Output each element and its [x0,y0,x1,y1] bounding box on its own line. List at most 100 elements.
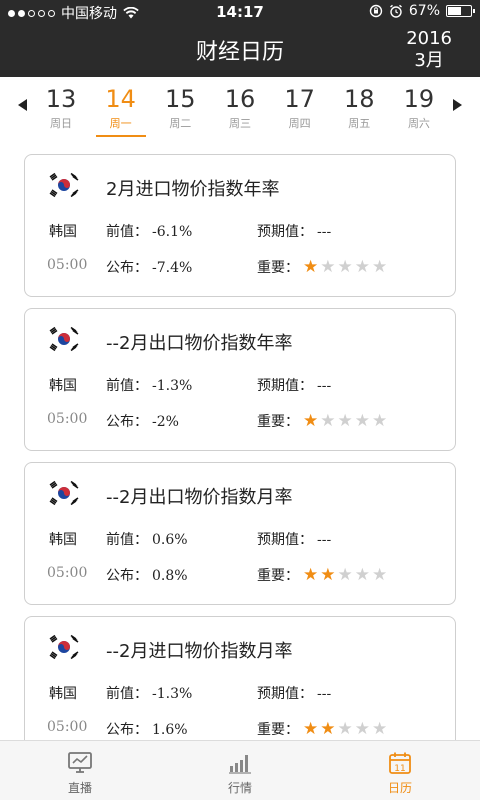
published-label: 公布： [106,568,148,584]
day-weekday: 周四 [288,117,311,130]
tab-market-label: 行情 [227,781,252,795]
previous-value: -1.3% [152,686,193,702]
event-time: 05:00 [47,411,88,427]
event-card[interactable]: --2月出口物价指数年率韩国 05:00 前值： -1.3% 预期值： --- 公布： -2%… [24,308,456,451]
forecast-value-field: 预期值： --- [257,683,331,703]
south-korea-flag-icon [47,326,81,352]
day-item[interactable]: 13 周日 [32,85,90,135]
event-card[interactable]: --2月出口物价指数月率 韩国 05:00 前值： 0.6% 预期值： --- 公布： 0.8%… [24,462,456,605]
day-item[interactable]: 17 周四 [271,85,329,135]
tab-calendar[interactable]: 11 日历 [320,741,480,800]
day-weekday: 周六 [407,117,430,130]
previous-value-field: 前值： -6.1% [106,221,192,241]
previous-value-field: 前值： -1.3% [106,375,192,395]
bottom-nav: 直播 行情 11 日历 [0,740,480,800]
previous-label: 前值： [106,224,148,240]
importance-label: 重要： [257,414,299,430]
importance-rating: ★ ★ ★ ★ ★ [303,256,387,277]
day-number: 18 [344,85,375,113]
star-icon: ★ [337,564,353,585]
day-number: 19 [403,85,435,113]
alarm-icon [389,4,402,18]
bar-chart-icon [229,755,251,774]
forecast-value: --- [317,378,332,394]
day-item[interactable]: 16 周三 [211,85,269,135]
star-icon: ★ [320,256,336,277]
star-icon: ★ [303,564,319,585]
published-value-field: 公布： -2% [106,411,179,431]
star-icon: ★ [303,718,319,739]
published-label: 公布： [106,260,148,276]
star-icon: ★ [372,718,388,739]
importance-label: 重要： [257,568,299,584]
star-icon: ★ [354,256,370,277]
star-icon: ★ [337,410,353,431]
day-number: 15 [165,85,196,113]
published-value-field: 公布： -7.4% [106,257,192,277]
tab-live-label: 直播 [67,781,92,795]
rotation-lock-icon [369,4,383,18]
event-country: 韩国 [49,224,77,240]
importance-label: 重要： [257,260,299,276]
star-icon: ★ [337,256,353,277]
day-weekday: 周日 [50,117,72,130]
day-item[interactable]: 14 周一 [92,85,150,137]
forecast-value: --- [317,224,332,240]
star-icon: ★ [337,718,353,739]
star-icon: ★ [303,256,319,277]
importance-field: 重要： ★ ★ ★ ★ ★ [257,719,387,739]
tab-live[interactable]: 直播 [0,741,160,800]
day-number: 16 [224,85,256,113]
previous-label: 前值： [106,378,148,394]
event-country: 韩国 [49,378,77,394]
day-number: 17 [284,85,315,113]
published-label: 公布： [106,414,148,430]
published-value: 1.6% [152,722,188,738]
day-item[interactable]: 15 周二 [151,85,209,135]
star-icon: ★ [320,564,336,585]
star-icon: ★ [372,564,388,585]
previous-value: -1.3% [152,378,193,394]
forecast-value-field: 预期值： --- [257,529,331,549]
importance-field: 重要： ★ ★ ★ ★ ★ [257,565,387,585]
day-number: 13 [45,85,77,113]
event-list: 2月进口物价指数年率 韩国 05:00 前值： -6.1% 预期值： --- 公布： -7.4%… [24,154,456,770]
monitor-icon [68,752,92,773]
south-korea-flag-icon [47,172,81,198]
event-title: --2月出口物价指数年率 [106,333,293,354]
event-country: 韩国 [49,686,77,702]
day-weekday: 周二 [169,117,192,130]
forecast-value-field: 预期值： --- [257,375,331,395]
previous-value: 0.6% [152,532,188,548]
south-korea-flag-icon [47,480,81,506]
forecast-value: --- [317,686,332,702]
status-bar: 中国移动 14:17 67% [0,0,480,26]
tab-calendar-label: 日历 [387,781,412,795]
event-time: 05:00 [47,719,88,735]
header-date-picker[interactable]: 2016 3月 [406,28,452,72]
event-title: --2月出口物价指数月率 [106,487,293,508]
published-value-field: 公布： 0.8% [106,565,188,585]
event-title: 2月进口物价指数年率 [106,179,280,200]
published-value: -7.4% [152,260,193,276]
event-time: 05:00 [47,257,88,273]
forecast-label: 预期值： [257,224,313,240]
previous-value-field: 前值： -1.3% [106,683,192,703]
event-time: 05:00 [47,565,88,581]
published-value: -2% [152,414,179,430]
event-card[interactable]: 2月进口物价指数年率韩国 05:00 前值： -6.1% 预期值： --- 公布： -7.4%… [24,154,456,297]
calendar-icon-day: 11 [394,764,405,774]
forecast-label: 预期值： [257,532,313,548]
prev-week-arrow-icon[interactable] [18,99,27,111]
day-weekday: 周一 [109,117,132,130]
forecast-value-field: 预期值： --- [257,221,331,241]
tab-market[interactable]: 行情 [160,741,320,800]
header-year: 2016 [406,28,452,49]
day-item[interactable]: 18 周五 [330,85,388,135]
previous-value: -6.1% [152,224,193,240]
next-week-arrow-icon[interactable] [453,99,462,111]
day-item[interactable]: 19 周六 [390,85,448,135]
previous-value-field: 前值： 0.6% [106,529,188,549]
event-card[interactable]: --2月进口物价指数月率 韩国 05:00 前值： -1.3% 预期值： --- 公布： 1.6… [24,616,456,759]
top-bar: 中国移动 14:17 67% 财经日历 2016 3月 [0,0,480,77]
